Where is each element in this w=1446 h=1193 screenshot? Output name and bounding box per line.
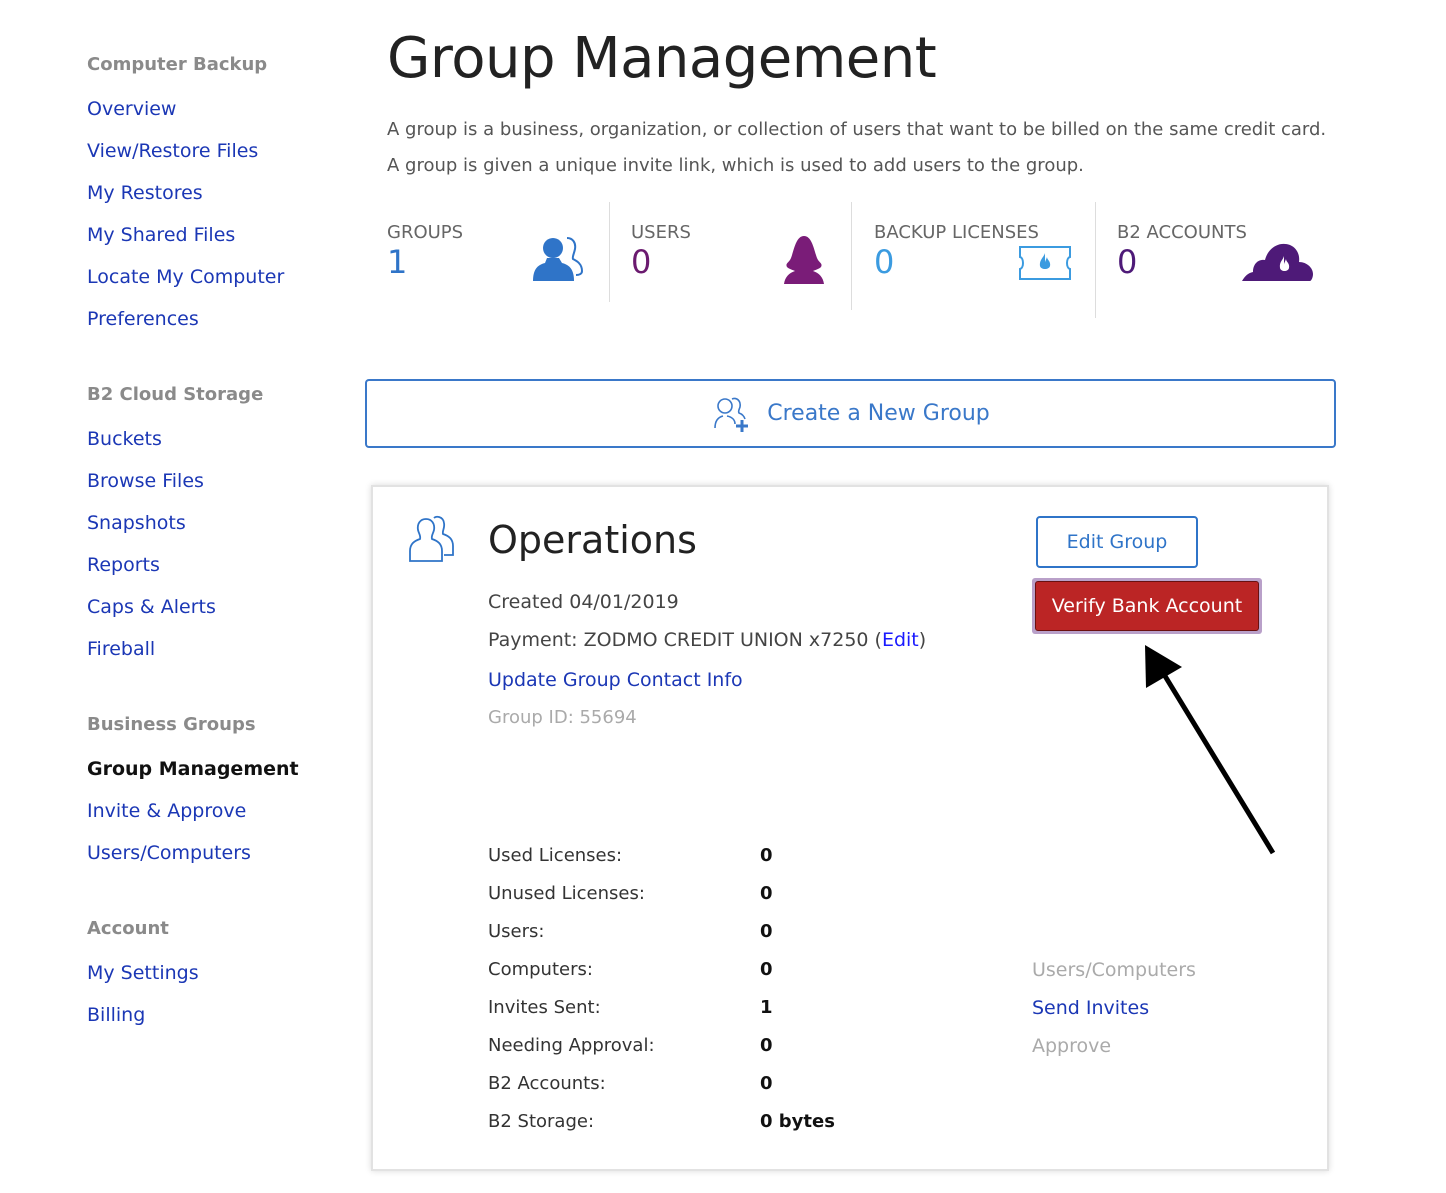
create-new-group-label: Create a New Group	[767, 401, 990, 426]
edit-group-button[interactable]: Edit Group	[1036, 516, 1198, 568]
sidebar-item-preferences[interactable]: Preferences	[87, 308, 199, 330]
sidebar-item-my-shared-files[interactable]: My Shared Files	[87, 224, 235, 246]
page-title: Group Management	[387, 26, 937, 91]
detail-label: B2 Accounts:	[488, 1073, 606, 1094]
payment-suffix: )	[918, 629, 927, 651]
sidebar-item-browse-files[interactable]: Browse Files	[87, 470, 204, 492]
group-created: Created 04/01/2019	[488, 591, 679, 613]
sidebar-item-invite-approve[interactable]: Invite & Approve	[87, 800, 246, 822]
detail-value: 0	[760, 1073, 773, 1094]
verify-bank-account-button[interactable]: Verify Bank Account	[1035, 581, 1259, 631]
divider	[1095, 202, 1096, 318]
detail-label: Needing Approval:	[488, 1035, 655, 1056]
detail-value: 0 bytes	[760, 1111, 835, 1132]
cloud-flame-icon	[1242, 243, 1313, 281]
sidebar-item-my-restores[interactable]: My Restores	[87, 182, 203, 204]
detail-value: 0	[760, 1035, 773, 1056]
divider	[609, 202, 610, 302]
detail-label: Computers:	[488, 959, 593, 980]
sidebar-heading-computer-backup: Computer Backup	[87, 54, 268, 75]
update-group-contact-link[interactable]: Update Group Contact Info	[488, 669, 743, 691]
group-icon	[409, 515, 454, 562]
approve-link-disabled: Approve	[1032, 1035, 1112, 1057]
page-description: A group is a business, organization, or …	[387, 119, 1327, 176]
detail-value: 0	[760, 921, 773, 942]
sidebar-item-billing[interactable]: Billing	[87, 1004, 145, 1026]
detail-label: Invites Sent:	[488, 997, 601, 1018]
group-id: Group ID: 55694	[488, 707, 637, 728]
sidebar-item-buckets[interactable]: Buckets	[87, 428, 162, 450]
group-name: Operations	[488, 518, 697, 562]
sidebar-item-reports[interactable]: Reports	[87, 554, 160, 576]
payment-edit-link[interactable]: Edit	[882, 629, 919, 651]
stat-b2-accounts: B2 ACCOUNTS 0	[1117, 222, 1337, 302]
sidebar-heading-b2-cloud-storage: B2 Cloud Storage	[87, 384, 264, 405]
user-icon	[784, 236, 824, 284]
arrow-annotation-icon	[1145, 645, 1276, 855]
license-ticket-icon	[1019, 246, 1071, 280]
users-computers-link-disabled: Users/Computers	[1032, 959, 1196, 981]
group-users-icon	[533, 237, 584, 281]
divider	[851, 202, 852, 310]
stat-users: USERS 0	[631, 222, 851, 302]
verify-focus-ring: Verify Bank Account	[1032, 578, 1262, 634]
stat-backup-licenses: BACKUP LICENSES 0	[874, 222, 1094, 302]
detail-value: 0	[760, 845, 773, 866]
detail-label: Unused Licenses:	[488, 883, 645, 904]
detail-value: 0	[760, 883, 773, 904]
sidebar-item-caps-alerts[interactable]: Caps & Alerts	[87, 596, 216, 618]
stat-label: BACKUP LICENSES	[874, 222, 1039, 243]
sidebar-heading-business-groups: Business Groups	[87, 714, 256, 735]
sidebar-heading-account: Account	[87, 918, 169, 939]
detail-label: Users:	[488, 921, 545, 942]
sidebar-item-my-settings[interactable]: My Settings	[87, 962, 199, 984]
sidebar-item-overview[interactable]: Overview	[87, 98, 176, 120]
sidebar-item-users-computers[interactable]: Users/Computers	[87, 842, 251, 864]
payment-text: Payment: ZODMO CREDIT UNION x7250 (	[488, 629, 882, 651]
detail-label: Used Licenses:	[488, 845, 623, 866]
sidebar-item-snapshots[interactable]: Snapshots	[87, 512, 186, 534]
sidebar-item-locate-my-computer[interactable]: Locate My Computer	[87, 266, 284, 288]
detail-label: B2 Storage:	[488, 1111, 595, 1132]
detail-value: 0	[760, 959, 773, 980]
sidebar-item-fireball[interactable]: Fireball	[87, 638, 155, 660]
send-invites-link[interactable]: Send Invites	[1032, 997, 1149, 1019]
sidebar-item-group-management[interactable]: Group Management	[87, 758, 299, 780]
add-group-icon	[714, 397, 749, 432]
detail-value: 1	[760, 997, 773, 1018]
group-payment: Payment: ZODMO CREDIT UNION x7250 (Edit)	[488, 629, 926, 651]
create-new-group-button[interactable]: Create a New Group	[365, 379, 1336, 448]
sidebar-item-view-restore-files[interactable]: View/Restore Files	[87, 140, 258, 162]
stat-groups: GROUPS 1	[387, 222, 607, 302]
